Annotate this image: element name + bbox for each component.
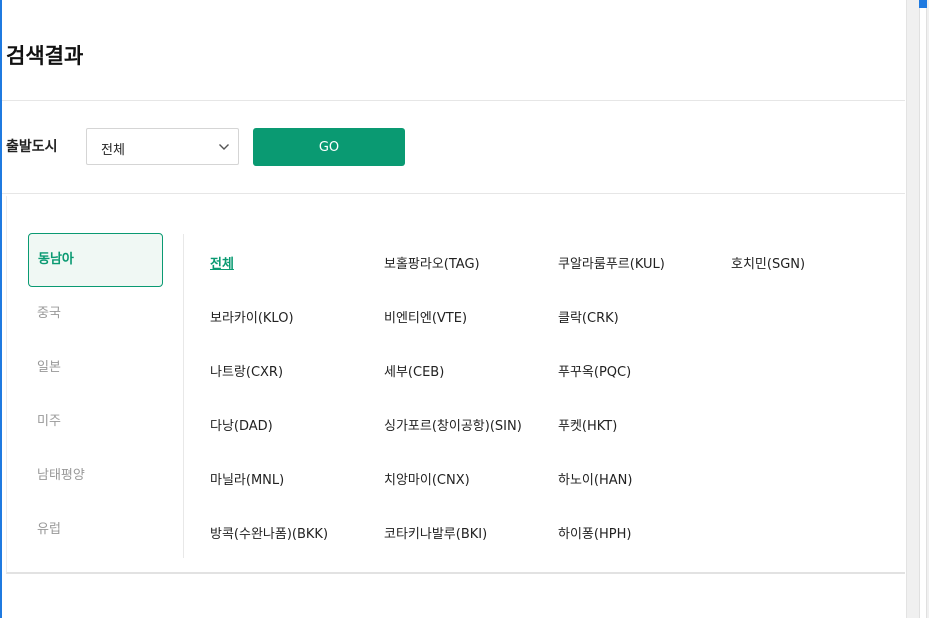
city-link[interactable]: 다낭(DAD) bbox=[210, 415, 273, 434]
city-link[interactable]: 전체 bbox=[210, 253, 234, 272]
city-link[interactable]: 방콕(수완나폼)(BKK) bbox=[210, 523, 328, 542]
city-link[interactable]: 치앙마이(CNX) bbox=[384, 469, 470, 488]
city-link[interactable]: 쿠알라룸푸르(KUL) bbox=[558, 253, 665, 272]
filter-divider bbox=[2, 193, 905, 194]
scrollbar-cap bbox=[919, 0, 927, 8]
page-title: 검색결과 bbox=[6, 44, 84, 68]
city-link[interactable]: 푸꾸옥(PQC) bbox=[558, 361, 631, 380]
city-link[interactable]: 클락(CRK) bbox=[558, 307, 619, 326]
departure-city-select-value: 전체 bbox=[101, 143, 125, 158]
window-left-edge bbox=[0, 0, 2, 618]
region-tab[interactable]: 일본 bbox=[28, 341, 163, 395]
city-link[interactable]: 마닐라(MNL) bbox=[210, 469, 284, 488]
city-link[interactable]: 나트랑(CXR) bbox=[210, 361, 283, 380]
city-link[interactable]: 세부(CEB) bbox=[384, 361, 444, 380]
region-tab[interactable]: 중국 bbox=[28, 287, 163, 341]
region-divider bbox=[183, 234, 184, 558]
city-link[interactable]: 보홀팡라오(TAG) bbox=[384, 253, 480, 272]
city-link[interactable]: 하이퐁(HPH) bbox=[558, 523, 631, 542]
region-tab[interactable]: 미주 bbox=[28, 395, 163, 449]
region-tab[interactable]: 동남아 bbox=[28, 233, 163, 287]
city-link[interactable]: 호치민(SGN) bbox=[731, 253, 805, 272]
region-tab[interactable]: 유럽 bbox=[28, 503, 163, 557]
chevron-down-icon bbox=[219, 144, 229, 150]
header-divider bbox=[2, 100, 905, 101]
departure-city-select[interactable]: 전체 bbox=[86, 128, 239, 165]
go-button[interactable]: GO bbox=[253, 128, 405, 166]
scrollbar[interactable] bbox=[906, 0, 929, 618]
region-tab[interactable]: 남태평양 bbox=[28, 449, 163, 503]
city-link[interactable]: 하노이(HAN) bbox=[558, 469, 632, 488]
city-link[interactable]: 코타키나발루(BKI) bbox=[384, 523, 487, 542]
city-link[interactable]: 푸켓(HKT) bbox=[558, 415, 617, 434]
departure-city-label: 출발도시 bbox=[6, 139, 58, 155]
city-link[interactable]: 비엔티엔(VTE) bbox=[384, 307, 467, 326]
city-link[interactable]: 싱가포르(창이공항)(SIN) bbox=[384, 415, 522, 434]
results-panel: 동남아 중국 일본 미주 남태평양 유럽 전체 보홀팡라오(TAG) 쿠알라룸푸르(KUL) 호… bbox=[6, 196, 905, 574]
city-link[interactable]: 보라카이(KLO) bbox=[210, 307, 294, 326]
scrollbar-thumb[interactable] bbox=[919, 0, 927, 618]
